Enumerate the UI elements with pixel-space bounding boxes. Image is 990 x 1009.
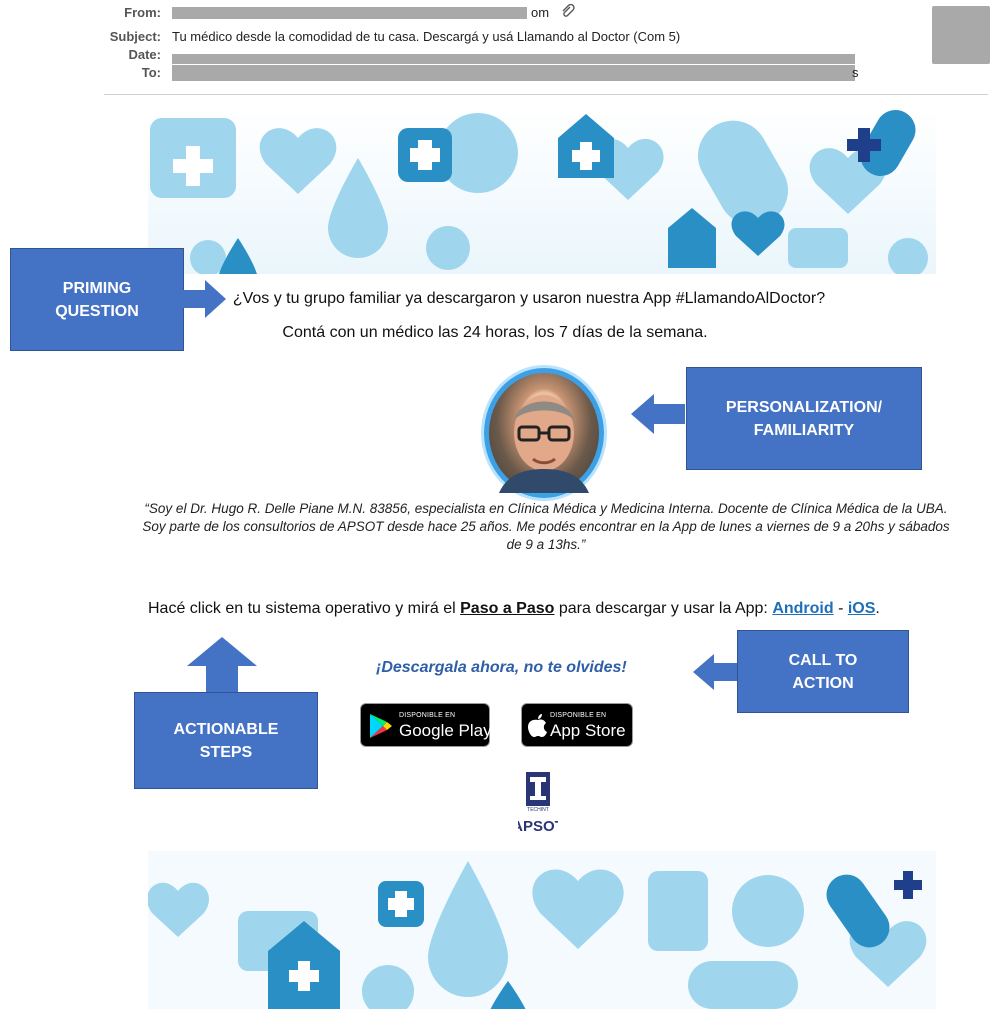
instructions-prefix: Hacé click en tu sistema operativo y mir… bbox=[148, 600, 461, 617]
availability-subline: Contá con un médico las 24 horas, los 7 … bbox=[282, 324, 708, 341]
google-play-button[interactable]: DISPONIBLE EN Google Play bbox=[360, 703, 492, 747]
callout-call-to-action: CALL TO ACTION bbox=[737, 630, 909, 713]
subject-label: Subject: bbox=[109, 29, 161, 44]
attachment-icon[interactable] bbox=[560, 3, 576, 25]
google-play-icon bbox=[370, 714, 392, 738]
callout-personalization: PERSONALIZATION/ FAMILIARITY bbox=[686, 367, 922, 470]
download-reminder: ¡Descargala ahora, no te olvides! bbox=[376, 659, 627, 676]
instructions-suffix: . bbox=[875, 600, 880, 617]
actionable-arrow bbox=[187, 637, 257, 693]
to-value-tail: s bbox=[852, 65, 859, 80]
medical-pattern bbox=[148, 851, 936, 1009]
app-store-small-label: DISPONIBLE EN bbox=[550, 712, 607, 719]
android-link[interactable]: Android bbox=[772, 600, 833, 617]
link-separator: - bbox=[833, 600, 848, 617]
svg-text:TECHINT: TECHINT bbox=[527, 807, 549, 813]
personalization-arrow bbox=[631, 394, 685, 434]
instructions-middle: para descargar y usar la App: bbox=[554, 600, 773, 617]
callout-actionable-steps: ACTIONABLE STEPS bbox=[134, 692, 318, 789]
priming-question-text: ¿Vos y tu grupo familiar ya descargaron … bbox=[232, 290, 826, 307]
ios-link[interactable]: iOS bbox=[848, 600, 876, 617]
from-value-tail: om bbox=[531, 5, 550, 20]
app-store-label: App Store bbox=[550, 721, 626, 740]
doctor-quote: “Soy el Dr. Hugo R. Delle Piane M.N. 838… bbox=[142, 501, 950, 552]
google-play-label: Google Play bbox=[399, 721, 492, 740]
to-label: To: bbox=[141, 65, 161, 80]
subject-value: Tu médico desde la comodidad de tu casa.… bbox=[172, 29, 681, 44]
date-redaction bbox=[172, 54, 855, 64]
top-medical-banner bbox=[148, 108, 936, 274]
sender-avatar bbox=[932, 6, 990, 64]
cta-arrow bbox=[693, 654, 737, 690]
from-redaction bbox=[172, 7, 527, 19]
to-redaction bbox=[172, 65, 855, 81]
from-label: From: bbox=[124, 5, 161, 20]
doctor-photo bbox=[484, 368, 604, 498]
medical-pattern bbox=[148, 108, 936, 274]
app-store-button[interactable]: DISPONIBLE EN App Store bbox=[521, 703, 633, 747]
bottom-medical-banner bbox=[148, 851, 936, 1009]
header-divider bbox=[104, 94, 988, 95]
apple-icon bbox=[528, 714, 547, 737]
date-label: Date: bbox=[128, 47, 161, 62]
step-by-step-link[interactable]: Paso a Paso bbox=[460, 600, 554, 617]
apsot-logo: TECHINT APSOT bbox=[512, 770, 564, 835]
svg-text:APSOT: APSOT bbox=[518, 818, 558, 834]
google-play-small-label: DISPONIBLE EN bbox=[399, 712, 456, 719]
